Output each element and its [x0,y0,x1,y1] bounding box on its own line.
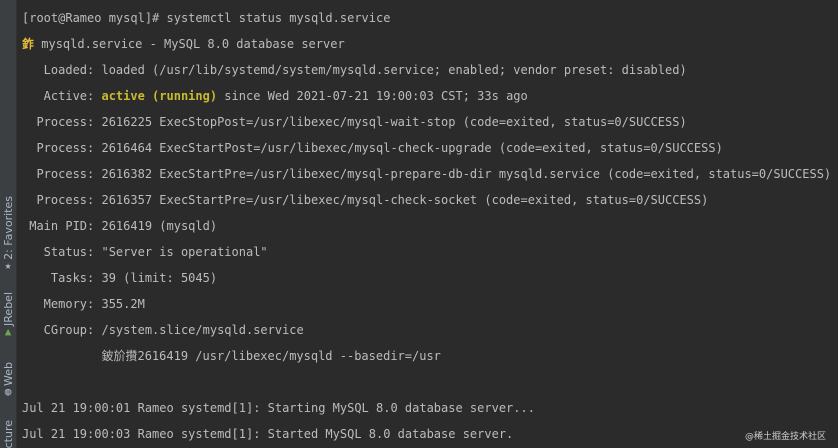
status-dot-icon: 鈼 [22,37,35,51]
sidebar-item-jrebel[interactable]: JRebel ▲ [0,292,16,338]
log-line-2: Jul 21 19:00:03 Rameo systemd[1]: Starte… [22,427,514,441]
star-icon: ★ [4,258,12,272]
active-suffix: since Wed 2021-07-21 19:00:03 CST; 33s a… [217,89,528,103]
process-line-2: Process: 2616464 ExecStartPost=/usr/libe… [22,141,723,155]
watermark: @稀土掘金技术社区 [744,432,826,442]
web-label: Web [1,362,15,386]
active-prefix: Active: [22,89,102,103]
log-line-1: Jul 21 19:00:01 Rameo systemd[1]: Starti… [22,401,535,415]
unit-title-line: 鈼 mysqld.service - MySQL 8.0 database se… [22,34,345,54]
globe-icon: ◍ [4,384,12,398]
terminal-output[interactable]: [root@Rameo mysql]# systemctl status mys… [22,8,834,448]
tool-window-sidebar: 2: Favorites ★ JRebel ▲ Web ◍ cture [0,0,17,448]
sidebar-item-web[interactable]: Web ◍ [0,362,16,398]
status-line: Status: "Server is operational" [22,245,268,259]
tasks-line: Tasks: 39 (limit: 5045) [22,271,218,285]
loaded-line: Loaded: loaded (/usr/lib/systemd/system/… [22,63,687,77]
jrebel-label: JRebel [1,292,15,326]
active-state-badge: active (running) [101,89,218,103]
cgroup-child-line: 鈹斺攢2616419 /usr/libexec/mysqld --basedir… [22,349,441,363]
structure-label: cture [1,420,15,448]
favorites-label: 2: Favorites [1,196,15,260]
active-line: Active: active (running) since Wed 2021-… [22,86,528,106]
process-line-4: Process: 2616357 ExecStartPre=/usr/libex… [22,193,709,207]
jrebel-icon: ▲ [4,324,12,338]
process-line-1: Process: 2616225 ExecStopPost=/usr/libex… [22,115,687,129]
sidebar-item-favorites[interactable]: 2: Favorites ★ [0,196,16,272]
unit-title: mysqld.service - MySQL 8.0 database serv… [34,37,345,51]
command-prompt-line: [root@Rameo mysql]# systemctl status mys… [22,11,391,25]
process-line-3: Process: 2616382 ExecStartPre=/usr/libex… [22,167,832,181]
memory-line: Memory: 355.2M [22,297,145,311]
cgroup-line: CGroup: /system.slice/mysqld.service [22,323,304,337]
sidebar-item-structure[interactable]: cture [0,420,16,448]
main-pid-line: Main PID: 2616419 (mysqld) [22,219,218,233]
